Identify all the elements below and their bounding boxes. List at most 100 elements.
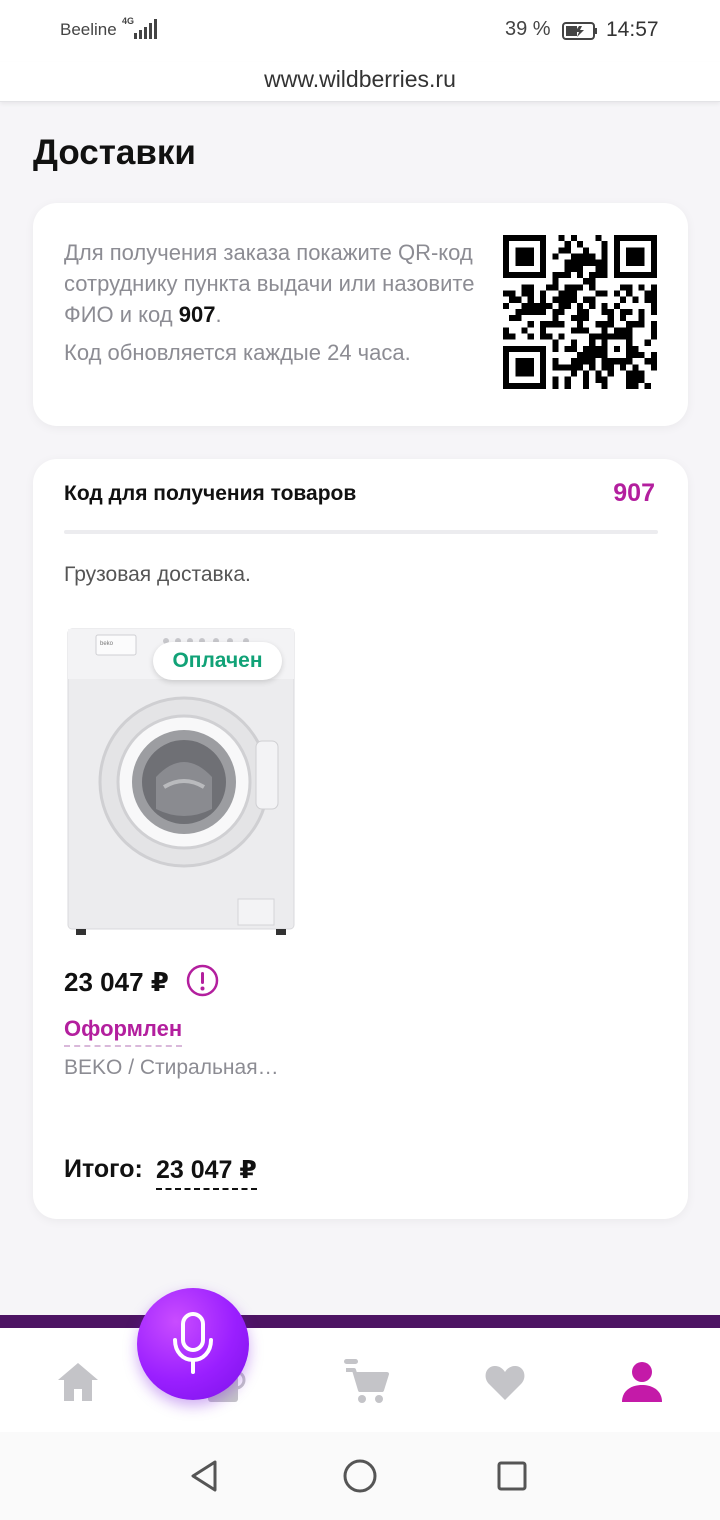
qr-module — [552, 376, 559, 383]
qr-module — [650, 302, 657, 309]
qr-code[interactable] — [503, 235, 657, 389]
qr-module — [638, 259, 645, 266]
product-name[interactable]: BEKO / Стиральная… — [64, 1056, 279, 1080]
qr-module — [644, 339, 651, 346]
qr-module — [576, 358, 584, 365]
qr-module — [589, 333, 596, 340]
qr-module — [546, 302, 553, 309]
qr-module — [521, 271, 528, 279]
qr-module — [595, 352, 602, 359]
bottom-nav — [0, 1328, 720, 1432]
qr-module — [503, 327, 510, 334]
order-status[interactable]: Оформлен — [64, 1016, 183, 1047]
qr-module — [601, 308, 608, 316]
qr-module — [527, 284, 534, 291]
qr-module — [503, 352, 510, 359]
qr-module — [570, 259, 577, 266]
qr-module — [626, 253, 633, 260]
qr-module — [509, 296, 516, 303]
qr-module — [521, 290, 528, 297]
recents-icon[interactable] — [492, 1456, 532, 1496]
qr-module — [626, 352, 633, 359]
qr-module — [558, 308, 565, 316]
qr-module — [595, 321, 602, 328]
qr-module — [564, 241, 571, 248]
qr-module — [626, 333, 633, 340]
home-icon[interactable] — [54, 1358, 102, 1406]
qr-module — [570, 315, 577, 322]
qr-module — [539, 247, 547, 254]
qr-module — [620, 296, 627, 303]
qr-module — [527, 296, 534, 303]
home-button-icon[interactable] — [340, 1456, 380, 1496]
qr-module — [583, 327, 590, 334]
qr-module — [533, 382, 540, 389]
qr-module — [564, 271, 571, 279]
qr-module — [620, 271, 627, 279]
profile-icon[interactable] — [618, 1358, 666, 1406]
total-value[interactable]: 23 047 ₽ — [156, 1155, 257, 1190]
qr-instruction-code: 907 — [178, 302, 216, 327]
qr-module — [626, 290, 633, 297]
qr-module — [583, 278, 590, 285]
qr-module — [626, 370, 633, 377]
heart-icon[interactable] — [481, 1358, 529, 1406]
qr-module — [576, 308, 584, 316]
qr-module — [515, 370, 522, 377]
info-icon[interactable] — [186, 964, 219, 997]
qr-module — [638, 235, 645, 242]
qr-module — [632, 247, 639, 254]
qr-module — [521, 259, 528, 266]
cart-icon[interactable] — [342, 1358, 390, 1406]
qr-module — [503, 247, 510, 254]
qr-module — [650, 352, 657, 359]
qr-module — [632, 253, 639, 260]
qr-module — [626, 382, 633, 389]
qr-module — [601, 253, 608, 260]
qr-module — [644, 290, 651, 297]
qr-module — [626, 321, 633, 328]
qr-module — [558, 333, 565, 340]
qr-module — [632, 321, 639, 328]
qr-module — [570, 296, 577, 303]
qr-module — [626, 358, 633, 365]
qr-module — [552, 345, 559, 353]
qr-module — [613, 327, 621, 334]
qr-module — [650, 333, 657, 340]
qr-module — [533, 302, 540, 309]
qr-module — [589, 339, 596, 346]
qr-module — [558, 321, 565, 328]
qr-module — [601, 327, 608, 334]
qr-module — [626, 284, 633, 291]
qr-module — [515, 358, 522, 365]
qr-module — [601, 290, 608, 297]
qr-module — [521, 364, 528, 371]
qr-module — [570, 265, 577, 272]
total-label: Итого: — [64, 1155, 143, 1183]
qr-module — [601, 364, 608, 371]
qr-module — [595, 290, 602, 297]
qr-module — [515, 271, 522, 279]
nav-accent-bar — [0, 1315, 720, 1328]
qr-module — [564, 247, 571, 254]
qr-module — [570, 253, 577, 260]
qr-module — [570, 284, 577, 291]
qr-module — [552, 358, 559, 365]
qr-module — [521, 253, 528, 260]
qr-module — [583, 358, 590, 365]
qr-module — [595, 265, 602, 272]
qr-module — [533, 271, 540, 279]
qr-instruction: Для получения заказа покажите QR-код сот… — [64, 237, 484, 330]
qr-module — [515, 382, 522, 389]
qr-module — [576, 259, 584, 266]
voice-search-button[interactable] — [137, 1288, 249, 1400]
qr-module — [613, 271, 621, 279]
qr-module — [650, 327, 657, 334]
qr-module — [650, 235, 657, 242]
qr-module — [521, 308, 528, 316]
url-bar[interactable]: www.wildberries.ru — [0, 62, 720, 102]
back-icon[interactable] — [185, 1456, 225, 1496]
qr-module — [576, 284, 584, 291]
qr-module — [570, 290, 577, 297]
qr-module — [607, 370, 614, 377]
